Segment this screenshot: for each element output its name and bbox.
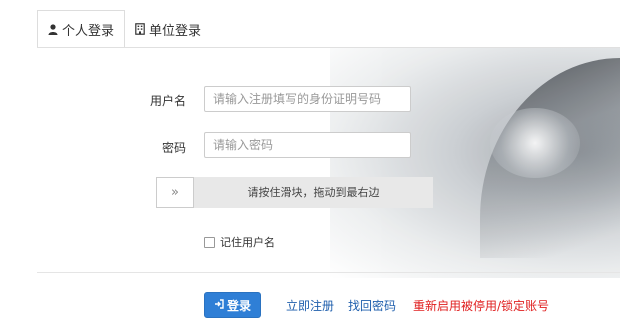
tab-personal-label: 个人登录 xyxy=(62,23,115,39)
tab-personal-login[interactable]: 个人登录 xyxy=(37,10,126,48)
slider-instruction: 请按住滑块，拖动到最右边 xyxy=(247,186,380,199)
sign-in-icon xyxy=(214,298,224,312)
user-icon xyxy=(48,23,58,35)
recover-password-link[interactable]: 找回密码 xyxy=(348,297,396,314)
register-link[interactable]: 立即注册 xyxy=(286,297,334,314)
remember-checkbox[interactable] xyxy=(204,236,215,248)
reactivate-account-link[interactable]: 重新启用被停用/锁定账号 xyxy=(413,297,549,314)
login-button[interactable]: 登录 xyxy=(204,292,261,318)
login-button-label: 登录 xyxy=(226,298,251,313)
username-label: 用户名 xyxy=(149,94,186,108)
form-divider xyxy=(37,272,620,273)
double-chevron-right-icon: » xyxy=(171,185,179,200)
login-tabs: 个人登录 单位登录 xyxy=(37,10,211,48)
slider-handle[interactable]: » xyxy=(156,177,194,208)
password-input[interactable] xyxy=(204,132,411,158)
remember-label[interactable]: 记住用户名 xyxy=(220,234,275,250)
tab-organization-label: 单位登录 xyxy=(149,23,202,39)
tab-divider xyxy=(37,47,620,48)
username-input[interactable] xyxy=(204,86,411,112)
slider-captcha: » 请按住滑块，拖动到最右边 xyxy=(156,177,433,208)
password-label: 密码 xyxy=(161,141,186,155)
background-car-image xyxy=(330,48,620,278)
tab-organization-login[interactable]: 单位登录 xyxy=(125,10,211,48)
building-icon xyxy=(135,23,145,35)
remember-username: 记住用户名 xyxy=(204,234,275,250)
